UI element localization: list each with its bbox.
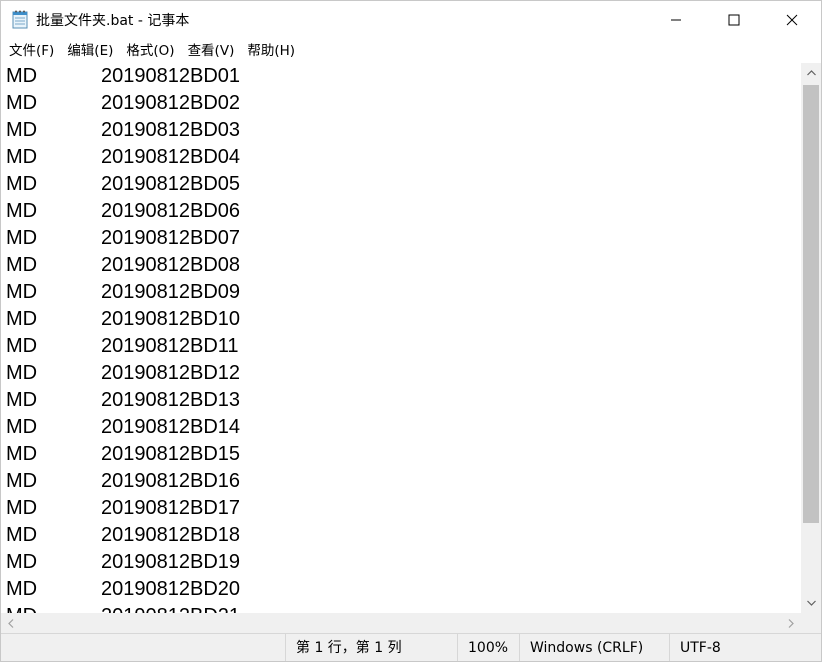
- line-command: MD: [6, 173, 38, 195]
- editor-line[interactable]: MD 20190812BD03: [6, 117, 786, 144]
- maximize-button[interactable]: [705, 1, 763, 38]
- line-argument: 20190812BD16: [101, 470, 241, 492]
- editor-line[interactable]: MD 20190812BD08: [6, 252, 786, 279]
- editor-line[interactable]: MD 20190812BD12: [6, 360, 786, 387]
- editor-line[interactable]: MD 20190812BD10: [6, 306, 786, 333]
- line-argument: 20190812BD18: [101, 524, 241, 546]
- editor-line[interactable]: MD 20190812BD18: [6, 522, 786, 549]
- status-cursor-position: 第 1 行，第 1 列: [285, 634, 458, 661]
- line-command: MD: [6, 146, 38, 168]
- close-button[interactable]: [763, 1, 821, 38]
- line-command: MD: [6, 605, 37, 613]
- editor-line[interactable]: MD 20190812BD14: [6, 414, 786, 441]
- notepad-window: 批量文件夹.bat - 记事本 文件(F) 编辑(E) 格式(O) 查看(V) …: [0, 0, 822, 662]
- editor-line[interactable]: MD 20190812BD11: [6, 333, 786, 360]
- editor-line[interactable]: MD 20190812BD06: [6, 198, 786, 225]
- editor-line[interactable]: MD 20190812BD20: [6, 576, 786, 603]
- menu-view[interactable]: 查看(V): [182, 40, 241, 62]
- line-command: MD: [6, 551, 38, 573]
- line-argument: 20190812BD15: [101, 443, 241, 465]
- chevron-up-icon: [806, 70, 816, 76]
- line-argument: 20190812BD06: [101, 200, 241, 222]
- line-argument: 20190812BD02: [101, 92, 241, 114]
- line-argument: 20190812BD07: [101, 227, 241, 249]
- line-command: MD: [6, 119, 38, 141]
- scroll-left-button[interactable]: [1, 613, 21, 633]
- minimize-button[interactable]: [647, 1, 705, 38]
- status-encoding: UTF-8: [669, 634, 820, 661]
- editor-line[interactable]: MD 20190812BD17: [6, 495, 786, 522]
- line-argument: 20190812BD04: [101, 146, 241, 168]
- line-command: MD: [6, 497, 38, 519]
- line-command: MD: [6, 443, 38, 465]
- editor-line[interactable]: MD 20190812BD13: [6, 387, 786, 414]
- line-argument: 20190812BD21: [101, 605, 240, 613]
- notepad-icon[interactable]: [12, 10, 29, 29]
- menu-help[interactable]: 帮助(H): [241, 40, 301, 62]
- editor-line[interactable]: MD 20190812BD01: [6, 63, 786, 90]
- line-argument: 20190812BD05: [101, 173, 241, 195]
- line-command: MD: [6, 524, 38, 546]
- line-argument: 20190812BD03: [101, 119, 241, 141]
- line-argument: 20190812BD09: [101, 281, 241, 303]
- editor-line[interactable]: MD 20190812BD05: [6, 171, 786, 198]
- status-zoom: 100%: [457, 634, 518, 661]
- text-editor[interactable]: MD 20190812BD01 MD 20190812BD02 MD 20190812BD…: [1, 63, 801, 613]
- line-command: MD: [6, 65, 38, 87]
- editor-line[interactable]: MD 20190812BD09: [6, 279, 786, 306]
- editor-line[interactable]: MD 20190812BD19: [6, 549, 786, 576]
- minimize-icon: [671, 19, 681, 20]
- title-bar[interactable]: 批量文件夹.bat - 记事本: [1, 1, 821, 38]
- menu-bar: 文件(F) 编辑(E) 格式(O) 查看(V) 帮助(H): [1, 38, 821, 63]
- line-command: MD: [6, 281, 38, 303]
- line-argument: 20190812BD19: [101, 551, 241, 573]
- chevron-right-icon: [788, 618, 794, 628]
- status-bar: 第 1 行，第 1 列 100% Windows (CRLF) UTF-8: [1, 633, 821, 661]
- line-command: MD: [6, 389, 38, 411]
- window-title: 批量文件夹.bat - 记事本: [36, 13, 190, 29]
- editor-line[interactable]: MD 20190812BD15: [6, 441, 786, 468]
- line-argument: 20190812BD13: [101, 389, 241, 411]
- menu-edit[interactable]: 编辑(E): [61, 40, 119, 62]
- line-argument: 20190812BD12: [101, 362, 241, 384]
- editor-line[interactable]: MD 20190812BD02: [6, 90, 786, 117]
- editor-line[interactable]: MD 20190812BD04: [6, 144, 786, 171]
- line-command: MD: [6, 470, 38, 492]
- line-command: MD: [6, 92, 38, 114]
- line-command: MD: [6, 227, 38, 249]
- line-command: MD: [6, 335, 38, 357]
- line-argument: 20190812BD20: [101, 578, 241, 600]
- editor-line[interactable]: MD 20190812BD07: [6, 225, 786, 252]
- line-command: MD: [6, 362, 38, 384]
- scroll-down-button[interactable]: [801, 593, 821, 613]
- chevron-down-icon: [806, 600, 816, 606]
- status-line-ending: Windows (CRLF): [519, 634, 668, 661]
- line-command: MD: [6, 578, 38, 600]
- scroll-up-button[interactable]: [801, 63, 821, 83]
- line-argument: 20190812BD01: [101, 65, 241, 87]
- line-command: MD: [6, 308, 38, 330]
- menu-format[interactable]: 格式(O): [120, 40, 180, 62]
- scroll-right-button[interactable]: [781, 613, 801, 633]
- vertical-scrollbar[interactable]: [801, 63, 821, 613]
- line-argument: 20190812BD08: [101, 254, 241, 276]
- vertical-scroll-thumb[interactable]: [803, 85, 819, 523]
- editor-line[interactable]: MD 20190812BD16: [6, 468, 786, 495]
- line-command: MD: [6, 416, 38, 438]
- close-icon: [786, 14, 798, 25]
- line-command: MD: [6, 200, 38, 222]
- maximize-icon: [728, 14, 740, 25]
- line-argument: 20190812BD11: [101, 335, 239, 357]
- line-argument: 20190812BD10: [101, 308, 241, 330]
- chevron-left-icon: [8, 618, 14, 628]
- horizontal-scrollbar[interactable]: [1, 613, 801, 633]
- line-argument: 20190812BD14: [101, 416, 241, 438]
- line-argument: 20190812BD17: [101, 497, 241, 519]
- menu-file[interactable]: 文件(F): [3, 40, 60, 62]
- scrollbar-corner: [801, 613, 821, 633]
- line-command: MD: [6, 254, 38, 276]
- editor-line[interactable]: MD 20190812BD21: [6, 603, 786, 613]
